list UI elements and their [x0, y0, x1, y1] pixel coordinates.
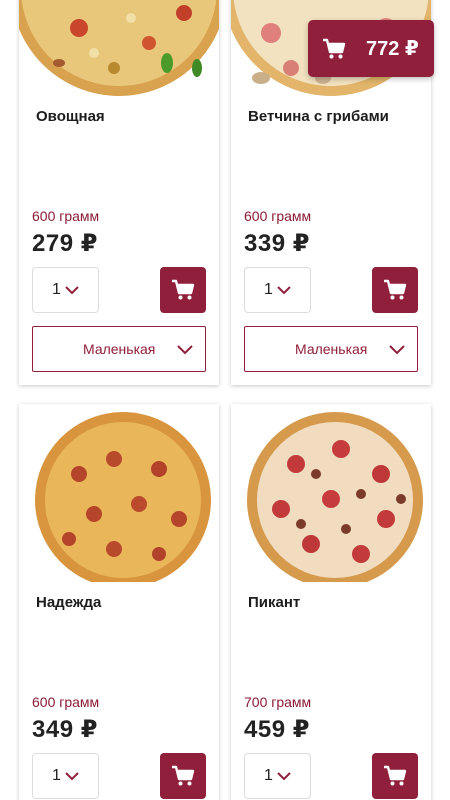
product-image-pikant-pizza[interactable]	[231, 404, 431, 582]
shopping-cart-icon	[384, 279, 407, 300]
quantity-select[interactable]: 1	[32, 753, 99, 799]
cart-total-amount: 772 ₽	[366, 38, 419, 60]
quantity-select[interactable]: 1	[244, 753, 311, 799]
chevron-down-icon	[65, 286, 79, 295]
product-name: Ветчина с грибами	[248, 108, 389, 125]
product-card: Овощная 600 грамм 279 ₽ 1 Маленькая	[19, 0, 219, 385]
chevron-down-icon	[277, 772, 291, 781]
cart-total-button[interactable]: 772 ₽	[308, 20, 434, 77]
size-select[interactable]: Маленькая	[32, 326, 206, 372]
shopping-cart-icon	[384, 765, 407, 786]
product-weight: 600 грамм	[32, 208, 100, 224]
product-grid: Овощная 600 грамм 279 ₽ 1 Маленькая Ветч…	[0, 0, 450, 800]
quantity-value: 1	[264, 767, 273, 784]
size-select[interactable]: Маленькая	[244, 326, 418, 372]
add-to-cart-button[interactable]	[160, 753, 206, 799]
product-image-vegetable-pizza[interactable]	[19, 0, 219, 96]
product-image-nadezhda-pizza[interactable]	[19, 404, 219, 582]
size-select-value: Маленькая	[83, 341, 156, 357]
product-weight: 600 грамм	[244, 208, 312, 224]
product-price: 349 ₽	[32, 716, 98, 743]
size-select-value: Маленькая	[295, 341, 368, 357]
product-card: Надежда 600 грамм 349 ₽ 1	[19, 404, 219, 800]
product-name: Овощная	[36, 108, 105, 125]
quantity-select[interactable]: 1	[32, 267, 99, 313]
product-price: 339 ₽	[244, 230, 310, 257]
product-price: 279 ₽	[32, 230, 98, 257]
add-to-cart-button[interactable]	[160, 267, 206, 313]
add-to-cart-button[interactable]	[372, 267, 418, 313]
chevron-down-icon	[389, 345, 405, 355]
chevron-down-icon	[277, 286, 291, 295]
shopping-cart-icon	[172, 279, 195, 300]
product-name: Надежда	[36, 594, 102, 611]
quantity-value: 1	[52, 281, 61, 298]
quantity-value: 1	[264, 281, 273, 298]
product-weight: 700 грамм	[244, 694, 312, 710]
shopping-cart-icon	[172, 765, 195, 786]
product-card: Пикант 700 грамм 459 ₽ 1	[231, 404, 431, 800]
shopping-cart-icon	[323, 38, 346, 58]
add-to-cart-button[interactable]	[372, 753, 418, 799]
chevron-down-icon	[177, 345, 193, 355]
product-weight: 600 грамм	[32, 694, 100, 710]
chevron-down-icon	[65, 772, 79, 781]
product-name: Пикант	[248, 594, 301, 611]
product-price: 459 ₽	[244, 716, 310, 743]
quantity-select[interactable]: 1	[244, 267, 311, 313]
quantity-value: 1	[52, 767, 61, 784]
